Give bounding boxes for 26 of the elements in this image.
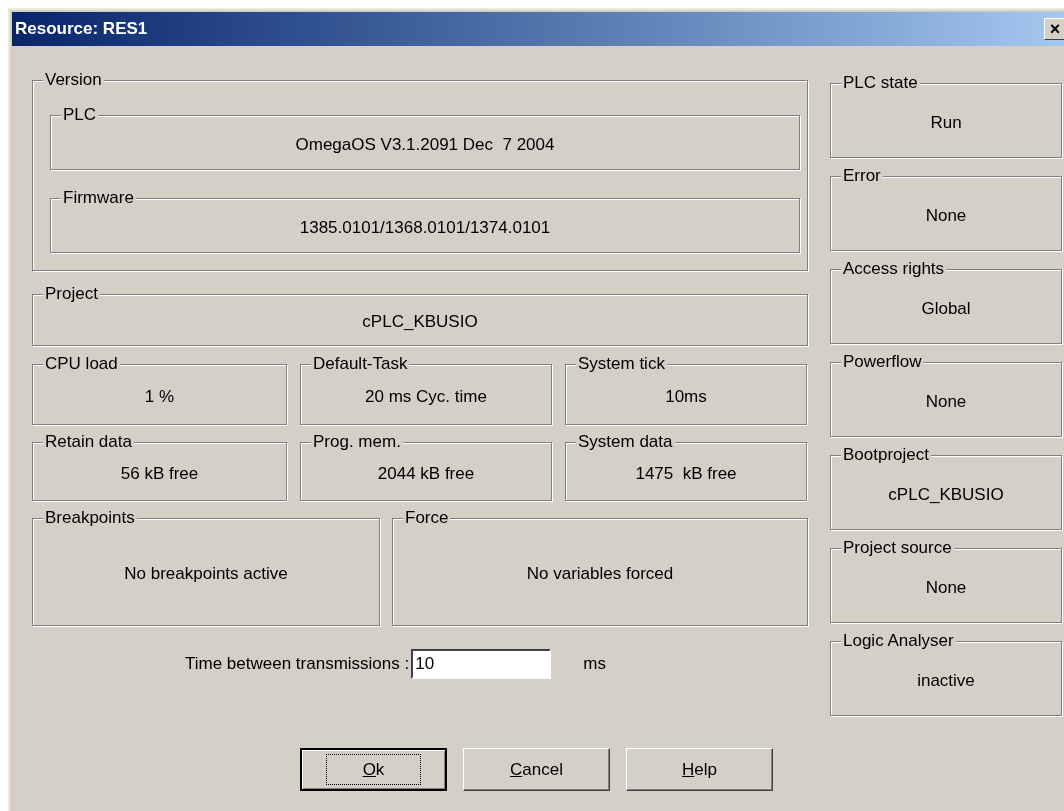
group-value: No breakpoints active bbox=[123, 563, 289, 586]
group-value: None bbox=[924, 204, 968, 227]
close-button[interactable]: × bbox=[1044, 18, 1064, 40]
group-value: inactive bbox=[916, 669, 976, 692]
group-value: OmegaOS V3.1.2091 Dec 7 2004 bbox=[294, 133, 556, 156]
group-value: No variables forced bbox=[525, 563, 675, 586]
group-value: 1 % bbox=[143, 385, 176, 408]
group-value: None bbox=[924, 576, 968, 599]
dialog-button[interactable]: Help bbox=[626, 748, 773, 791]
window-title: Resource: RES1 bbox=[15, 18, 148, 41]
group-value: cPLC_KBUSIO bbox=[361, 311, 479, 334]
dialog-button[interactable]: Cancel bbox=[463, 748, 610, 791]
group-value: cPLC_KBUSIO bbox=[887, 483, 1005, 506]
group-value: 2044 kB free bbox=[376, 462, 476, 485]
transmission-label: Time between transmissions : bbox=[185, 653, 411, 676]
group-value: 10ms bbox=[664, 385, 708, 408]
group-value: 1475 kB free bbox=[634, 462, 738, 485]
group-value: Run bbox=[929, 111, 963, 134]
transmission-input[interactable]: 10 bbox=[411, 649, 552, 679]
group-value: Global bbox=[920, 297, 972, 320]
dialog-button[interactable]: Ok bbox=[300, 748, 447, 791]
group-value: 1385.0101/1368.0101/1374.0101 bbox=[298, 216, 552, 239]
unit-label: ms bbox=[583, 653, 606, 676]
group-value: 20 ms Cyc. time bbox=[364, 385, 488, 408]
group-value: 56 kB free bbox=[119, 462, 200, 485]
group-value: None bbox=[924, 390, 968, 413]
